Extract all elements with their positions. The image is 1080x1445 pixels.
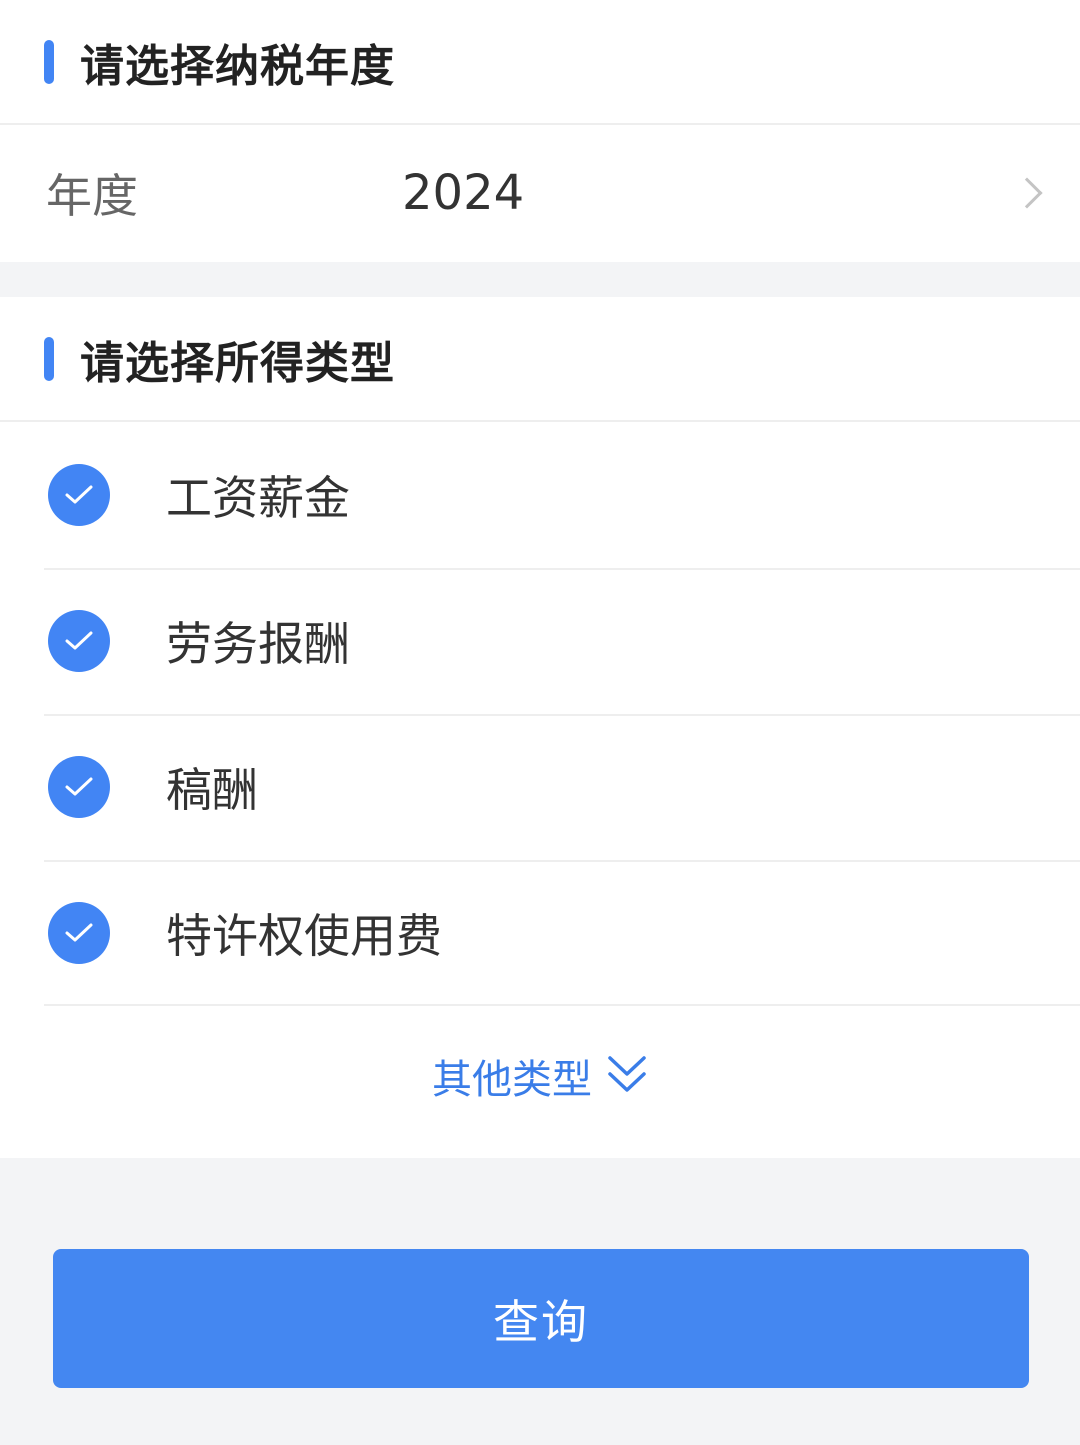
checkbox-checked-icon[interactable] [48,610,110,672]
year-label: 年度 [46,168,138,223]
year-value: 2024 [402,164,525,221]
income-item-salary[interactable]: 工资薪金 [0,422,1080,568]
income-item-label: 稿酬 [166,763,258,817]
income-item-labor[interactable]: 劳务报酬 [0,568,1080,714]
checkbox-checked-icon[interactable] [48,464,110,526]
income-type-title: 请选择所得类型 [80,337,395,389]
income-type-header: 请选择所得类型 [0,297,1080,422]
checkbox-checked-icon[interactable] [48,902,110,964]
tax-year-section: 请选择纳税年度 年度 2024 [0,0,1080,262]
double-chevron-down-icon [606,1052,648,1100]
income-item-label: 特许权使用费 [166,909,442,963]
income-item-label: 劳务报酬 [166,617,350,671]
section-accent-bar [44,39,54,84]
income-item-label: 工资薪金 [166,471,350,525]
tax-year-title: 请选择纳税年度 [80,40,395,92]
other-types-label: 其他类型 [432,1057,592,1103]
income-type-section: 请选择所得类型 工资薪金 劳务报酬 稿酬 特许权使用费 其他类型 [0,297,1080,1158]
income-item-franchise-fee[interactable]: 特许权使用费 [0,860,1080,1006]
other-types-toggle[interactable]: 其他类型 [0,1006,1080,1146]
income-type-list: 工资薪金 劳务报酬 稿酬 特许权使用费 [0,422,1080,1006]
tax-year-header: 请选择纳税年度 [0,0,1080,125]
checkbox-checked-icon[interactable] [48,756,110,818]
year-selector-row[interactable]: 年度 2024 [0,125,1080,260]
query-button[interactable]: 查询 [53,1249,1029,1388]
section-accent-bar [44,336,54,381]
income-item-royalty-manuscript[interactable]: 稿酬 [0,714,1080,860]
chevron-right-icon [1011,176,1043,209]
